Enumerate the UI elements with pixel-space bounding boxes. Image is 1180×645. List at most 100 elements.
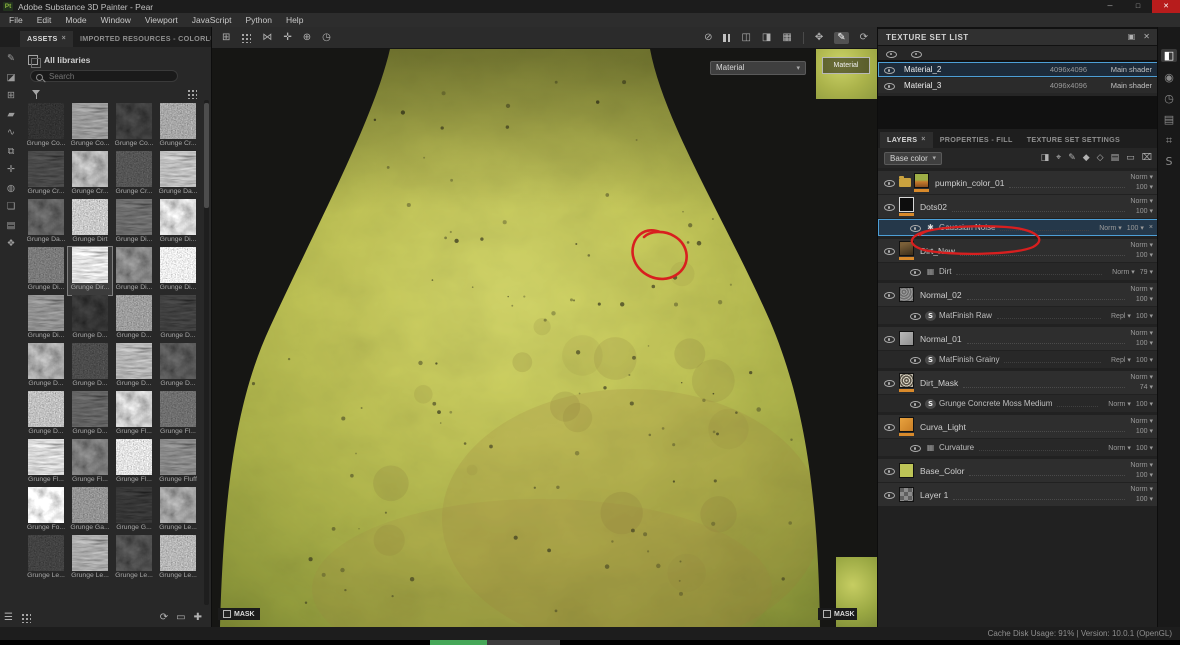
asset-item[interactable]: Grunge Fluff	[156, 439, 200, 487]
asset-item[interactable]: Grunge D...	[112, 295, 156, 343]
visibility-eye-icon[interactable]	[884, 490, 895, 500]
asset-item[interactable]: Grunge Da...	[156, 151, 200, 199]
delete-layer-icon[interactable]: ⌧	[1142, 153, 1152, 163]
tab-assets[interactable]: ASSETS ×	[20, 31, 73, 47]
blend-mode-select[interactable]: Norm ▾	[1099, 224, 1122, 232]
visibility-eye-icon[interactable]	[910, 355, 921, 365]
blend-mode-select[interactable]: Norm ▾	[1130, 241, 1153, 250]
tab-imported-resources-colorlut[interactable]: IMPORTED RESOURCES - COLORLUT	[73, 31, 227, 47]
mask-checkbox-icon[interactable]	[223, 610, 231, 618]
asset-item[interactable]: Grunge Le...	[112, 535, 156, 583]
asset-item[interactable]: Grunge Le...	[156, 487, 200, 535]
layer-row[interactable]: Base_Color Norm ▾ 100 ▾	[878, 459, 1158, 482]
blend-mode-select[interactable]: Repl ▾	[1111, 356, 1131, 364]
polygon-fill-tool-icon[interactable]: ▰	[7, 109, 14, 120]
opacity-select[interactable]: 100 ▾	[1136, 495, 1153, 504]
resources-icon[interactable]: ❖	[7, 239, 16, 249]
menu-item-file[interactable]: File	[2, 15, 30, 25]
menu-item-edit[interactable]: Edit	[30, 15, 59, 25]
visibility-eye-icon[interactable]	[884, 334, 895, 344]
add-mask-icon[interactable]: ◨	[1041, 153, 1050, 163]
smudge-tool-icon[interactable]: ∿	[7, 128, 15, 138]
add-smart-material-icon[interactable]: ▤	[1111, 153, 1120, 163]
add-paint-icon[interactable]: ✎	[1068, 153, 1076, 163]
python-console-icon[interactable]: ⌗	[1166, 135, 1172, 146]
copy-tool-icon[interactable]: ❏	[7, 202, 16, 212]
list-view-icon[interactable]: ☰	[4, 613, 13, 623]
layer-row[interactable]: Normal_02 Norm ▾ 100 ▾	[878, 283, 1158, 306]
add-folder-icon[interactable]: ▭	[1126, 153, 1135, 163]
thumbnail-size-icon[interactable]	[187, 89, 197, 99]
opacity-select[interactable]: 100 ▾	[1136, 251, 1153, 260]
asset-item[interactable]: Grunge Ga...	[68, 487, 112, 535]
filter-icon[interactable]	[32, 90, 41, 100]
display-mode-icon[interactable]: ◫	[741, 32, 750, 43]
asset-item[interactable]: Grunge Co...	[24, 103, 68, 151]
opacity-select[interactable]: 74 ▾	[1140, 383, 1153, 392]
opacity-select[interactable]: 100 ▾	[1136, 295, 1153, 304]
add-effect-icon[interactable]: ⌖	[1056, 153, 1061, 163]
asset-item[interactable]: Grunge Fl...	[156, 391, 200, 439]
mask-chip[interactable]: MASK	[218, 608, 260, 620]
add-view-icon[interactable]: ⊕	[303, 32, 311, 43]
history-icon[interactable]: ◷	[1164, 93, 1174, 104]
asset-item[interactable]: Grunge D...	[68, 295, 112, 343]
material-mode-dropdown[interactable]: Material	[710, 57, 806, 75]
opacity-select[interactable]: 100 ▾	[1136, 427, 1153, 436]
asset-item[interactable]: Grunge D...	[112, 343, 156, 391]
menu-item-viewport[interactable]: Viewport	[138, 15, 185, 25]
add-fill-icon[interactable]: ◆	[1083, 153, 1090, 163]
asset-item[interactable]: Grunge Di...	[112, 199, 156, 247]
close-button[interactable]: ✕	[1152, 0, 1180, 13]
camera-icon[interactable]: ▦	[782, 32, 791, 43]
asset-item[interactable]: Grunge Le...	[24, 535, 68, 583]
asset-item[interactable]: Grunge Le...	[68, 535, 112, 583]
mask-checkbox-icon-right[interactable]	[823, 610, 831, 618]
asset-item[interactable]: Grunge Fo...	[24, 487, 68, 535]
close-tab-icon[interactable]: ×	[62, 35, 66, 42]
opacity-select[interactable]: 100 ▾	[1127, 224, 1144, 232]
blend-mode-select[interactable]: Norm ▾	[1130, 173, 1153, 182]
texture-set-row[interactable]: Material_3 4096x4096 Main shader	[878, 78, 1158, 93]
clone-tool-icon[interactable]: ⧉	[8, 146, 15, 157]
asset-item[interactable]: Grunge Co...	[112, 103, 156, 151]
eraser-tool-icon[interactable]: ◪	[7, 72, 16, 83]
visibility-eye-icon[interactable]	[884, 246, 895, 256]
effect-row[interactable]: S Grunge Concrete Moss Medium Norm ▾ 100 ▾	[878, 395, 1158, 412]
opacity-select[interactable]: 79 ▾	[1140, 268, 1153, 276]
opacity-select[interactable]: 100 ▾	[1136, 312, 1153, 320]
radial-symmetry-icon[interactable]: ✛	[283, 32, 291, 43]
material-preview-label-box[interactable]: Material	[822, 57, 870, 74]
perspective-grid-icon[interactable]: ⊞	[222, 32, 230, 43]
opacity-select[interactable]: 100 ▾	[1136, 339, 1153, 348]
layer-row[interactable]: Layer 1 Norm ▾ 100 ▾	[878, 483, 1158, 506]
asset-item[interactable]: Grunge Cr...	[24, 151, 68, 199]
menu-item-help[interactable]: Help	[279, 15, 310, 25]
layer-row[interactable]: Curva_Light Norm ▾ 100 ▾	[878, 415, 1158, 438]
close-panel-icon[interactable]: ✕	[1143, 33, 1150, 41]
viewport-panel-splitter[interactable]	[877, 27, 878, 627]
visibility-eye-icon[interactable]	[884, 290, 895, 300]
asset-item[interactable]: Grunge Fl...	[112, 439, 156, 487]
transform-gizmo-icon[interactable]: ✥	[815, 32, 823, 43]
blend-mode-select[interactable]: Norm ▾	[1112, 268, 1135, 276]
effect-row[interactable]: ▦ Curvature Norm ▾ 100 ▾	[878, 439, 1158, 456]
mask-chip-right[interactable]: MASK	[818, 608, 857, 620]
asset-item[interactable]: Grunge Fl...	[68, 439, 112, 487]
asset-item[interactable]: Grunge G...	[112, 487, 156, 535]
panel-options-icon[interactable]: ▣	[1128, 33, 1136, 41]
asset-item[interactable]: Grunge Cr...	[112, 151, 156, 199]
effect-row[interactable]: ✱ Gaussian Noise Norm ▾ 100 ▾ ×	[878, 219, 1158, 236]
minimize-button[interactable]: ─	[1096, 0, 1124, 13]
paint-brush-icon[interactable]: ✎	[834, 31, 849, 44]
asset-item[interactable]: Grunge Di...	[156, 247, 200, 295]
layer-row[interactable]: Dots02 Norm ▾ 100 ▾	[878, 195, 1158, 218]
substance-share-icon[interactable]: S	[1166, 156, 1173, 167]
opacity-select[interactable]: 100 ▾	[1136, 471, 1153, 480]
visibility-eye-icon[interactable]	[884, 178, 895, 188]
asset-item[interactable]: Grunge D...	[24, 391, 68, 439]
viewport-3d[interactable]: Material Material MASK MASK	[212, 49, 878, 627]
opacity-select[interactable]: 100 ▾	[1136, 356, 1153, 364]
add-resource-icon[interactable]: ✚	[194, 613, 202, 623]
pause-engine-icon[interactable]	[723, 33, 731, 42]
